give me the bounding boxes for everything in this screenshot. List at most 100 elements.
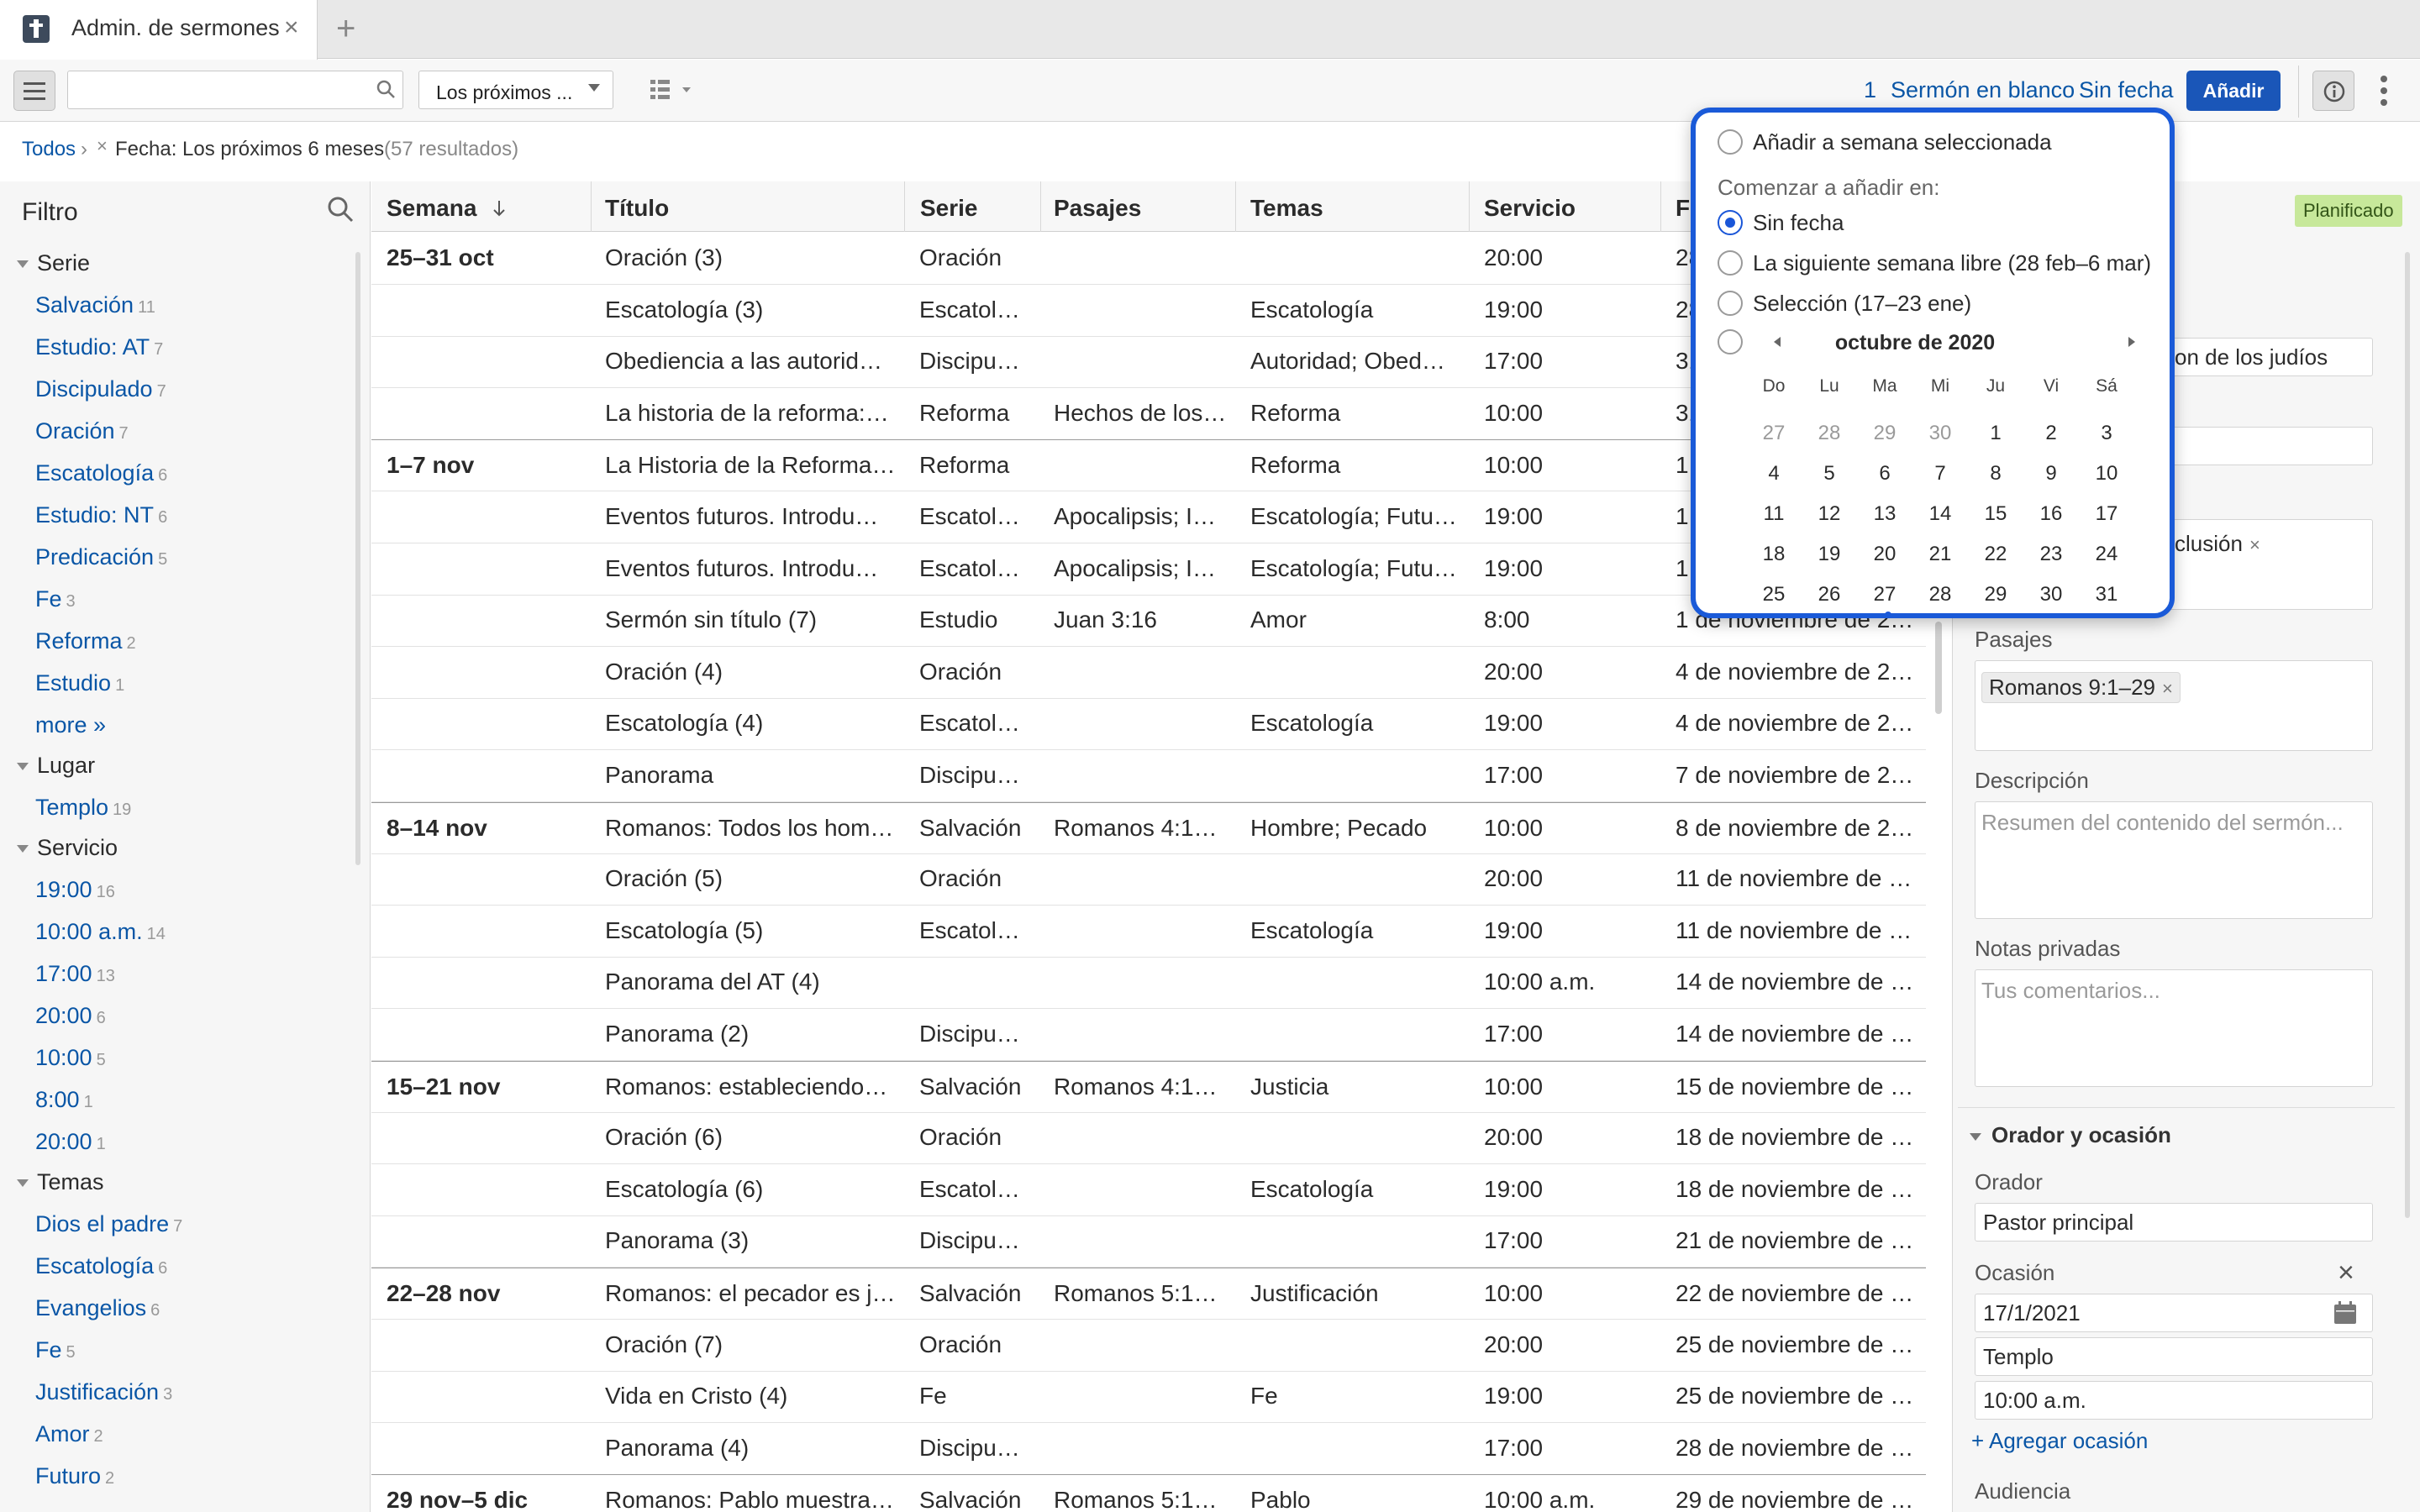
filter-item[interactable]: 10:00 a.m. 14: [35, 919, 166, 945]
search-input[interactable]: [67, 71, 403, 109]
calendar-day[interactable]: 31: [2079, 583, 2134, 606]
selection-radio[interactable]: [1718, 291, 1743, 316]
blank-sermon-count[interactable]: 1: [1864, 77, 1876, 103]
calendar-day[interactable]: 22: [1968, 543, 2023, 566]
calendar-icon[interactable]: [2333, 1300, 2358, 1326]
speaker-section-toggle[interactable]: Orador y ocasión: [1970, 1122, 2171, 1148]
details-scrollbar[interactable]: [2405, 252, 2410, 1218]
calendar-day[interactable]: 1: [1968, 422, 2023, 445]
calendar-date-radio[interactable]: [1718, 329, 1743, 354]
filter-item[interactable]: 8:00 1: [35, 1087, 93, 1113]
tab-sermon-admin[interactable]: Admin. de sermones ×: [0, 0, 318, 60]
calendar-day[interactable]: 8: [1968, 462, 2023, 486]
add-occasion-link[interactable]: + Agregar ocasión: [1971, 1428, 2148, 1454]
calendar-day[interactable]: 19: [1802, 543, 1857, 566]
table-row[interactable]: Oración (5) Oración 20:00 11 de noviembre d…: [371, 853, 1926, 906]
filter-group-3[interactable]: Temas: [17, 1169, 104, 1195]
table-row[interactable]: 22–28 nov Romanos: el pecador es j… Salvac…: [371, 1268, 1926, 1320]
filter-item[interactable]: 17:00 13: [35, 961, 115, 987]
table-row[interactable]: Escatología (6) Escatol… Escatología 19:00 1…: [371, 1164, 1926, 1216]
breadcrumb-all[interactable]: Todos: [22, 138, 76, 161]
no-date-link[interactable]: Sin fecha: [2079, 77, 2174, 103]
filter-item[interactable]: Futuro 2: [35, 1463, 114, 1489]
table-row[interactable]: 29 nov–5 dic Romanos: Pablo muestra… Salva…: [371, 1474, 1926, 1512]
calendar-day[interactable]: 9: [2023, 462, 2079, 486]
column-header-series[interactable]: Serie: [920, 195, 978, 222]
table-row[interactable]: 8–14 nov Romanos: Todos los hom… Salvación…: [371, 801, 1926, 854]
filter-item[interactable]: Fe 5: [35, 1337, 76, 1363]
calendar-day[interactable]: 10: [2079, 462, 2134, 486]
filter-item[interactable]: Dios el padre 7: [35, 1211, 182, 1237]
calendar-day[interactable]: 27: [1857, 583, 1912, 606]
column-header-service[interactable]: Servicio: [1484, 195, 1576, 222]
filter-item[interactable]: 20:00 6: [35, 1003, 106, 1029]
filter-group-1[interactable]: Lugar: [17, 753, 95, 779]
remove-tag-icon[interactable]: ×: [2162, 678, 2173, 699]
filter-item[interactable]: Amor 2: [35, 1421, 103, 1447]
calendar-day[interactable]: 3: [2079, 422, 2134, 445]
filter-scrollbar[interactable]: [355, 252, 360, 865]
column-header-week[interactable]: Semana: [387, 195, 507, 222]
remove-filter-icon[interactable]: ×: [97, 135, 108, 157]
calendar-day[interactable]: 4: [1746, 462, 1802, 486]
column-header-topics[interactable]: Temas: [1250, 195, 1323, 222]
filter-item[interactable]: Fe 3: [35, 586, 76, 612]
info-button[interactable]: [2312, 71, 2354, 111]
chevron-right-icon[interactable]: [2126, 336, 2138, 348]
calendar-day[interactable]: 14: [1912, 502, 1968, 526]
table-row[interactable]: Panorama del AT (4) 10:00 a.m. 14 de novie…: [371, 957, 1926, 1010]
filter-item[interactable]: Escatología 6: [35, 1253, 167, 1279]
calendar-day[interactable]: 6: [1857, 462, 1912, 486]
filter-item[interactable]: 10:00 5: [35, 1045, 106, 1071]
calendar-day[interactable]: 12: [1802, 502, 1857, 526]
calendar-day[interactable]: 26: [1802, 583, 1857, 606]
calendar-day[interactable]: 11: [1746, 502, 1802, 526]
filter-item[interactable]: more »: [35, 712, 110, 738]
filter-group-0[interactable]: Serie: [17, 250, 90, 276]
filter-item[interactable]: Discipulado 7: [35, 376, 166, 402]
calendar-day[interactable]: 29: [1857, 422, 1912, 445]
add-button[interactable]: Añadir: [2186, 71, 2281, 111]
calendar-day[interactable]: 20: [1857, 543, 1912, 566]
column-header-passages[interactable]: Pasajes: [1054, 195, 1141, 222]
remove-occasion-icon[interactable]: ×: [2338, 1257, 2354, 1289]
add-to-selected-week-radio[interactable]: [1718, 129, 1743, 155]
table-row[interactable]: Panorama (2) Discipu… 17:00 14 de noviembre…: [371, 1009, 1926, 1061]
calendar-day[interactable]: 25: [1746, 583, 1802, 606]
calendar-day[interactable]: 2: [2023, 422, 2079, 445]
calendar-day[interactable]: 18: [1746, 543, 1802, 566]
filter-item[interactable]: Templo 19: [35, 795, 131, 821]
close-tab-icon[interactable]: ×: [284, 13, 299, 42]
filter-group-2[interactable]: Servicio: [17, 835, 118, 861]
table-row[interactable]: Vida en Cristo (4) Fe Fe 19:00 25 de noviemb…: [371, 1371, 1926, 1424]
filter-item[interactable]: Justificación 3: [35, 1379, 172, 1405]
view-mode-menu-icon[interactable]: [649, 77, 699, 102]
filter-item[interactable]: 20:00 1: [35, 1129, 106, 1155]
calendar-day[interactable]: 30: [1912, 422, 1968, 445]
date-range-select[interactable]: Los próximos ...: [418, 71, 613, 109]
filter-item[interactable]: Salvación 11: [35, 292, 155, 318]
new-tab-button[interactable]: +: [336, 10, 355, 48]
table-row[interactable]: Escatología (5) Escatol… Escatología 19:00 1…: [371, 906, 1926, 958]
calendar-day[interactable]: 24: [2079, 543, 2134, 566]
filter-item[interactable]: Predicación 5: [35, 544, 167, 570]
calendar-day[interactable]: 17: [2079, 502, 2134, 526]
calendar-day[interactable]: 28: [1912, 583, 1968, 606]
filter-item[interactable]: 19:00 16: [35, 877, 115, 903]
filter-item[interactable]: Evangelios 6: [35, 1295, 160, 1321]
search-icon[interactable]: [326, 195, 355, 223]
calendar-day[interactable]: 23: [2023, 543, 2079, 566]
table-row[interactable]: Panorama (3) Discipu… 17:00 21 de noviembre…: [371, 1215, 1926, 1268]
next-free-week-radio[interactable]: [1718, 250, 1743, 276]
filter-item[interactable]: Estudio 1: [35, 670, 124, 696]
filter-item[interactable]: Reforma 2: [35, 628, 136, 654]
table-row[interactable]: Panorama Discipu… 17:00 7 de noviembre de 2…: [371, 750, 1926, 802]
table-row[interactable]: Panorama (4) Discipu… 17:00 28 de noviembre…: [371, 1423, 1926, 1475]
calendar-day[interactable]: 29: [1968, 583, 2023, 606]
blank-sermon-link[interactable]: Sermón en blanco: [1891, 77, 2075, 103]
more-options-icon[interactable]: [2380, 74, 2388, 108]
calendar-day[interactable]: 5: [1802, 462, 1857, 486]
table-row[interactable]: Oración (4) Oración 20:00 4 de noviembre de…: [371, 647, 1926, 699]
calendar-day[interactable]: 16: [2023, 502, 2079, 526]
filter-item[interactable]: Estudio: AT 7: [35, 334, 163, 360]
